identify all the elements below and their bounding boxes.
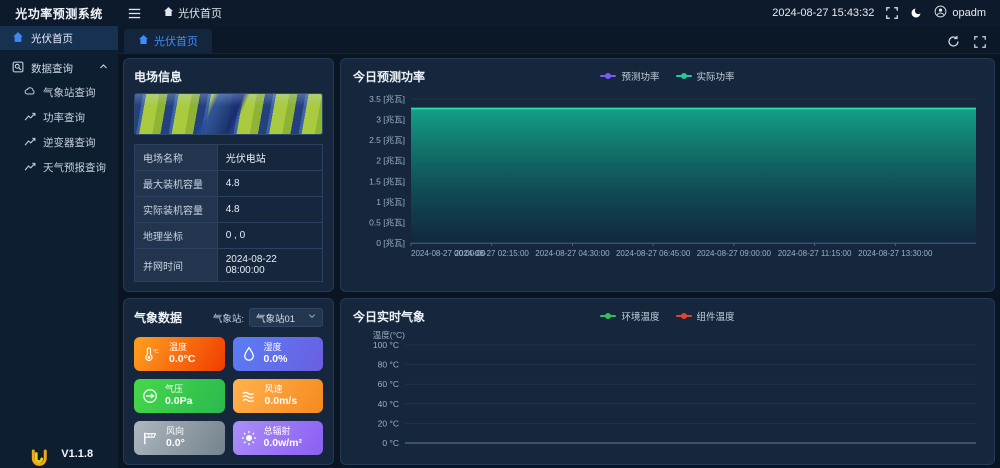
realtime-weather-panel: 今日实时气象 环境温度组件温度 温度(°C)100 °C80 °C60 °C40… [340, 298, 995, 465]
sidebar-item-inverter-query[interactable]: 逆变器查询 [0, 130, 118, 155]
breadcrumb[interactable]: 光伏首页 [163, 5, 222, 21]
sidebar-item-power-query[interactable]: 功率查询 [0, 105, 118, 130]
table-row: 实际装机容量4.8 [135, 197, 323, 223]
power-chart-icon [24, 110, 36, 125]
thermometer-icon: °C [142, 346, 162, 362]
solar-farm-photo [134, 93, 323, 135]
svg-text:2024-08-27 09:00:00: 2024-08-27 09:00:00 [697, 249, 772, 258]
svg-text:2024-08-27 06:45:00: 2024-08-27 06:45:00 [616, 249, 691, 258]
wind-speed-card: 风速0.0m/s [233, 379, 324, 413]
field-info-panel: 电场信息 电场名称光伏电站 最大装机容量4.8 实际装机容量4.8 地理坐标0 … [123, 58, 334, 292]
weather-station-icon [24, 85, 36, 100]
temperature-card: °C 温度0.0°C [134, 337, 225, 371]
version-label: V1.1.8 [61, 448, 93, 460]
user-avatar-icon [934, 5, 947, 21]
svg-text:1 [兆瓦]: 1 [兆瓦] [376, 197, 405, 207]
legend-item[interactable]: 实际功率 [676, 69, 735, 83]
sidebar-item-weather-forecast-query[interactable]: 天气预报查询 [0, 155, 118, 180]
svg-text:0 [兆瓦]: 0 [兆瓦] [376, 238, 405, 248]
table-row: 地理坐标0 , 0 [135, 223, 323, 249]
station-select[interactable]: 气象站01 [249, 308, 323, 327]
svg-text:2 [兆瓦]: 2 [兆瓦] [376, 156, 405, 166]
pressure-card: 气压0.0Pa [134, 379, 225, 413]
table-row: 最大装机容量4.8 [135, 171, 323, 197]
fullscreen-icon[interactable] [974, 36, 986, 48]
sidebar-item-weather-station-query[interactable]: 气象站查询 [0, 80, 118, 105]
svg-text:40 °C: 40 °C [378, 399, 399, 409]
chevron-down-icon [308, 312, 316, 323]
datetime: 2024-08-27 15:43:32 [772, 7, 874, 19]
svg-text:2024-08-27 11:15:00: 2024-08-27 11:15:00 [778, 249, 852, 258]
power-chart-area: 3.5 [兆瓦] 3 [兆瓦] 2.5 [兆瓦] 2 [兆瓦] 1.5 [兆瓦] 1 [兆… [353, 85, 982, 285]
menu-collapse-icon[interactable] [128, 7, 141, 20]
svg-text:60 °C: 60 °C [378, 379, 399, 389]
home-icon [163, 6, 174, 20]
svg-text:80 °C: 80 °C [378, 360, 399, 370]
username: opadm [952, 7, 986, 19]
sidebar: 光伏首页 数据查询 气象站查询 功率查询 逆变器查询 天气预报查询 [0, 26, 118, 468]
fullscreen-icon[interactable] [886, 7, 898, 19]
svg-text:温度(°C): 温度(°C) [373, 330, 405, 340]
legend-item[interactable]: 预测功率 [600, 69, 659, 83]
inverter-chart-icon [24, 135, 36, 150]
gauge-icon [142, 388, 158, 404]
refresh-icon[interactable] [947, 35, 960, 48]
chart-legend: 环境温度 组件温度 [353, 309, 982, 323]
field-info-table: 电场名称光伏电站 最大装机容量4.8 实际装机容量4.8 地理坐标0 , 0 并… [134, 144, 323, 282]
sun-icon [241, 430, 257, 446]
svg-text:°C: °C [153, 349, 159, 355]
svg-text:0.5 [兆瓦]: 0.5 [兆瓦] [369, 217, 405, 227]
home-icon [138, 34, 149, 48]
dark-mode-moon-icon[interactable] [910, 7, 922, 19]
chart-legend: 预测功率 实际功率 [353, 69, 982, 83]
svg-text:2024-08-27 04:30:00: 2024-08-27 04:30:00 [535, 249, 610, 258]
windsock-icon [142, 431, 159, 446]
weather-data-panel: 气象数据 气象站: 气象站01 °C 温度0.0°C [123, 298, 334, 465]
forecast-chart-icon [24, 160, 36, 175]
droplet-icon [241, 346, 257, 362]
table-row: 并网时间2024-08-22 08:00:00 [135, 249, 323, 282]
panel-title: 电场信息 [134, 68, 323, 85]
svg-text:2024-08-27 13:30:00: 2024-08-27 13:30:00 [858, 249, 933, 258]
panel-title: 气象数据 [134, 309, 182, 326]
svg-text:3 [兆瓦]: 3 [兆瓦] [376, 115, 405, 125]
table-row: 电场名称光伏电站 [135, 145, 323, 171]
weather-cards: °C 温度0.0°C 湿度0.0% 气压0.0Pa [134, 337, 323, 455]
svg-text:20 °C: 20 °C [378, 418, 399, 428]
total-radiation-card: 总辐射0.0w/m² [233, 421, 324, 455]
home-icon [12, 31, 24, 46]
legend-item[interactable]: 组件温度 [676, 309, 735, 323]
wind-icon [241, 389, 258, 404]
company-logo: LINKOL [25, 448, 53, 468]
svg-text:2.5 [兆瓦]: 2.5 [兆瓦] [369, 135, 405, 145]
sidebar-item-home[interactable]: 光伏首页 [0, 26, 118, 50]
chevron-up-icon [99, 62, 108, 74]
legend-item[interactable]: 环境温度 [600, 309, 659, 323]
svg-text:3.5 [兆瓦]: 3.5 [兆瓦] [369, 94, 405, 104]
dashboard-content: 电场信息 电场名称光伏电站 最大装机容量4.8 实际装机容量4.8 地理坐标0 … [118, 54, 1000, 468]
svg-text:0 °C: 0 °C [382, 438, 399, 448]
tab-bar: 光伏首页 [118, 26, 1000, 54]
weather-chart: 温度(°C)100 °C 80 °C 60 °C 40 °C 20 °C 0 °C [353, 325, 984, 453]
sidebar-footer: LINKOL V1.1.8 [0, 434, 118, 468]
wind-direction-card: 风向0.0° [134, 421, 225, 455]
tab-home[interactable]: 光伏首页 [124, 29, 212, 53]
predicted-power-panel: 今日预测功率 预测功率实际功率 3.5 [兆瓦]3 [兆瓦]2.5 [兆瓦]2 … [340, 58, 995, 292]
topbar: 光功率预测系统 光伏首页 2024-08-27 15:43:32 opadm [0, 0, 1000, 26]
svg-text:100 °C: 100 °C [373, 340, 399, 350]
svg-text:1.5 [兆瓦]: 1.5 [兆瓦] [369, 176, 405, 186]
sidebar-group-data-query[interactable]: 数据查询 [0, 56, 118, 80]
humidity-card: 湿度0.0% [233, 337, 324, 371]
svg-text:2024-08-27 02:15:00: 2024-08-27 02:15:00 [455, 249, 530, 258]
data-query-icon [12, 61, 24, 76]
power-chart: 3.5 [兆瓦] 3 [兆瓦] 2.5 [兆瓦] 2 [兆瓦] 1.5 [兆瓦] 1 [兆… [353, 85, 984, 269]
weather-chart-area: 温度(°C)100 °C 80 °C 60 °C 40 °C 20 °C 0 °C [353, 325, 982, 458]
user-menu[interactable]: opadm [934, 5, 986, 21]
station-select-label: 气象站: [213, 311, 244, 325]
app-title: 光功率预测系统 [0, 5, 118, 22]
main-area: 光伏首页 电场信息 电场名称光伏电站 最大装机容量4.8 实际装机容量4.8 地… [118, 26, 1000, 468]
